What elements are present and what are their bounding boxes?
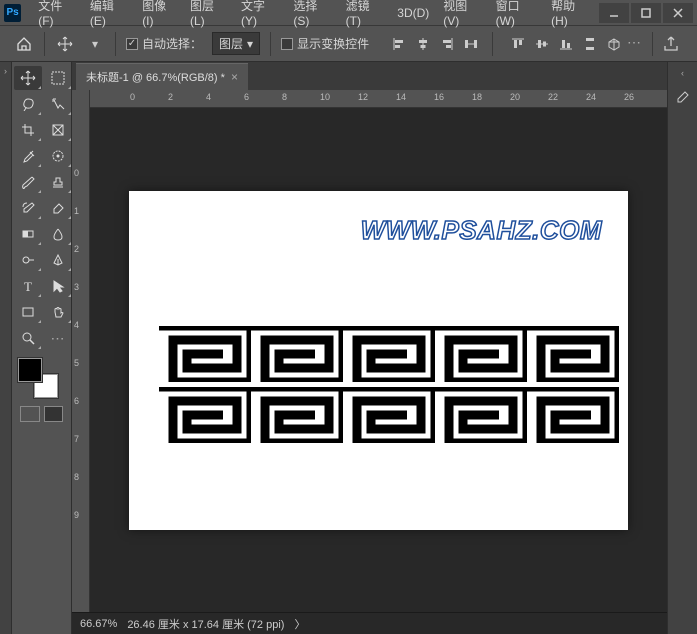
close-button[interactable] [663, 3, 693, 23]
menu-type[interactable]: 文字(Y) [234, 0, 286, 28]
document-area: 未标题-1 @ 66.7%(RGB/8) * × 024681012141618… [72, 62, 667, 634]
menu-image[interactable]: 图像(I) [135, 0, 183, 28]
move-tool-icon[interactable] [55, 34, 75, 54]
canvas[interactable]: WWW.PSAHZ.COM [129, 191, 628, 530]
expand-panel-icon[interactable]: ‹ [681, 68, 684, 78]
meander-pattern [343, 387, 435, 443]
meander-pattern [343, 326, 435, 382]
align-center-h-icon[interactable] [412, 34, 434, 54]
zoom-level[interactable]: 66.67% [80, 618, 117, 630]
app-logo: Ps [4, 4, 21, 22]
shape-tool[interactable] [14, 300, 42, 324]
move-tool[interactable] [14, 66, 42, 90]
3d-mode-icon[interactable] [603, 34, 625, 54]
document-dimensions[interactable]: 26.46 厘米 x 17.64 厘米 (72 ppi) [127, 616, 284, 632]
align-center-v-icon[interactable] [531, 34, 553, 54]
checkbox-icon[interactable] [281, 38, 293, 50]
history-brush-tool[interactable] [14, 196, 42, 220]
path-select-tool[interactable] [44, 274, 72, 298]
hand-tool[interactable] [44, 300, 72, 324]
lasso-tool[interactable] [14, 92, 42, 116]
edit-icon[interactable] [672, 86, 694, 108]
meander-pattern [435, 387, 527, 443]
meander-pattern [435, 326, 527, 382]
maximize-button[interactable] [631, 3, 661, 23]
align-top-icon[interactable] [507, 34, 529, 54]
menu-3d[interactable]: 3D(D) [390, 6, 436, 20]
eraser-tool[interactable] [44, 196, 72, 220]
color-swatches[interactable] [18, 358, 58, 398]
meander-pattern [527, 387, 619, 443]
more-options-icon[interactable]: ⋯ [627, 34, 642, 54]
menu-layer[interactable]: 图层(L) [183, 0, 234, 28]
document-tab[interactable]: 未标题-1 @ 66.7%(RGB/8) * × [76, 63, 248, 90]
document-tabs: 未标题-1 @ 66.7%(RGB/8) * × [72, 62, 667, 90]
tab-title: 未标题-1 @ 66.7%(RGB/8) * [86, 69, 225, 85]
menu-view[interactable]: 视图(V) [436, 0, 488, 28]
options-bar: ▾ 自动选择： 图层 ▾ 显示变换控件 ⋯ [0, 26, 697, 62]
gradient-tool[interactable] [14, 222, 42, 246]
blur-tool[interactable] [44, 222, 72, 246]
menu-window[interactable]: 窗口(W) [489, 0, 544, 28]
healing-tool[interactable] [44, 144, 72, 168]
zoom-tool[interactable] [14, 326, 42, 350]
menu-file[interactable]: 文件(F) [31, 0, 83, 28]
align-right-icon[interactable] [436, 34, 458, 54]
pen-tool[interactable] [44, 248, 72, 272]
frame-tool[interactable] [44, 118, 72, 142]
chevron-down-icon[interactable]: ▾ [85, 34, 105, 54]
menu-select[interactable]: 选择(S) [286, 0, 338, 28]
minimize-button[interactable] [599, 3, 629, 23]
dodge-tool[interactable] [14, 248, 42, 272]
status-bar: 66.67% 26.46 厘米 x 17.64 厘米 (72 ppi) 〉 [72, 612, 667, 634]
menu-edit[interactable]: 编辑(E) [83, 0, 135, 28]
distribute-h-icon[interactable] [460, 34, 482, 54]
quick-mask-button[interactable] [44, 406, 64, 422]
meander-pattern [159, 387, 251, 443]
meander-pattern [251, 387, 343, 443]
menu-filter[interactable]: 滤镜(T) [339, 0, 391, 28]
meander-pattern [159, 326, 251, 382]
marquee-tool[interactable] [44, 66, 72, 90]
svg-text:T: T [24, 279, 32, 293]
stamp-tool[interactable] [44, 170, 72, 194]
pattern-row [159, 326, 619, 382]
auto-select-option[interactable]: 自动选择： [126, 35, 202, 52]
canvas-viewport[interactable]: WWW.PSAHZ.COM [90, 108, 667, 612]
watermark-text: WWW.PSAHZ.COM [361, 215, 602, 246]
brush-tool[interactable] [14, 170, 42, 194]
right-panel-collapsed[interactable]: ‹ [667, 62, 697, 634]
close-icon[interactable]: × [231, 70, 238, 84]
foreground-color[interactable] [18, 358, 42, 382]
title-bar: Ps 文件(F) 编辑(E) 图像(I) 图层(L) 文字(Y) 选择(S) 滤… [0, 0, 697, 26]
ruler-vertical[interactable]: 0123456789 [72, 108, 90, 612]
auto-select-label: 自动选择： [142, 35, 202, 52]
ruler-horizontal[interactable]: 02468101214161820222426 [72, 90, 667, 108]
show-transform-label: 显示变换控件 [297, 35, 369, 52]
auto-select-target-dropdown[interactable]: 图层 ▾ [212, 32, 260, 55]
tools-panel: T ⋯ [12, 62, 72, 634]
meander-pattern [251, 326, 343, 382]
distribute-v-icon[interactable] [579, 34, 601, 54]
home-icon[interactable] [14, 34, 34, 54]
chevron-right-icon[interactable]: 〉 [294, 616, 305, 632]
align-bottom-icon[interactable] [555, 34, 577, 54]
menu-help[interactable]: 帮助(H) [544, 0, 597, 28]
pattern-row [159, 387, 619, 443]
edit-toolbar-button[interactable]: ⋯ [44, 326, 72, 350]
checkbox-icon[interactable] [126, 38, 138, 50]
align-left-icon[interactable] [388, 34, 410, 54]
share-icon[interactable] [663, 34, 683, 54]
chevron-down-icon: ▾ [247, 37, 253, 51]
crop-tool[interactable] [14, 118, 42, 142]
eyedropper-tool[interactable] [14, 144, 42, 168]
left-gutter[interactable]: › [0, 62, 12, 634]
meander-pattern [527, 326, 619, 382]
type-tool[interactable]: T [14, 274, 42, 298]
standard-mode-button[interactable] [20, 406, 40, 422]
quick-select-tool[interactable] [44, 92, 72, 116]
show-transform-option[interactable]: 显示变换控件 [281, 35, 369, 52]
